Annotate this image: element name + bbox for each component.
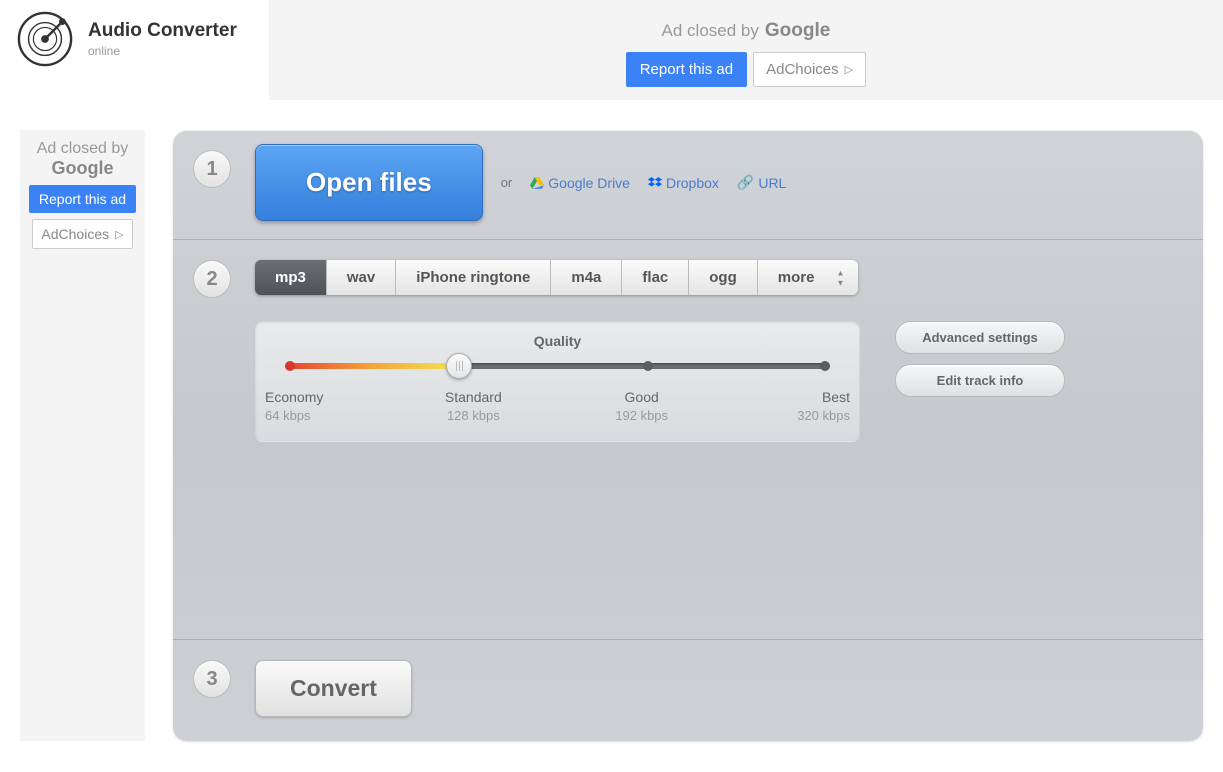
adchoices-button[interactable]: AdChoices ▷ [32,219,132,249]
dropbox-icon [648,177,662,189]
edit-track-info-button[interactable]: Edit track info [895,364,1065,397]
format-tab-flac[interactable]: flac [622,260,689,295]
google-logo-text: Google [51,158,113,178]
format-tab-ogg[interactable]: ogg [689,260,758,295]
or-text: or [501,175,513,190]
google-drive-icon [530,177,544,189]
quality-standard: Standard [433,389,513,405]
report-ad-button[interactable]: Report this ad [29,185,136,213]
link-icon: 🔗 [737,174,754,191]
format-tab-wav[interactable]: wav [327,260,396,295]
step-number-3: 3 [193,660,231,698]
app-subtitle: online [88,44,237,58]
ad-closed-text: Ad closed by [37,140,129,157]
quality-label: Quality [285,333,830,349]
advanced-settings-button[interactable]: Advanced settings [895,321,1065,354]
report-ad-button[interactable]: Report this ad [626,52,747,87]
quality-slider[interactable] [285,359,830,373]
url-link[interactable]: 🔗 URL [737,174,786,191]
quality-good: Good [602,389,682,405]
format-tab-m4a[interactable]: m4a [551,260,622,295]
open-files-button[interactable]: Open files [255,144,483,221]
google-logo-text: Google [765,20,830,42]
adchoices-button[interactable]: AdChoices ▷ [753,52,866,87]
convert-button[interactable]: Convert [255,660,412,717]
slider-thumb[interactable] [446,353,472,379]
format-tab-iphone[interactable]: iPhone ringtone [396,260,551,295]
ad-closed-text: Ad closed by [662,21,759,41]
brand: Audio Converter online [0,0,253,78]
app-title: Audio Converter [88,20,237,42]
quality-panel: Quality [255,321,860,441]
top-ad-panel: Ad closed by Google Report this ad AdCho… [269,0,1223,100]
format-tab-more[interactable]: more ▲▼ [758,260,859,295]
adchoices-icon: ▷ [845,63,853,76]
google-drive-link[interactable]: Google Drive [530,175,630,191]
dropbox-link[interactable]: Dropbox [648,175,719,191]
step-number-2: 2 [193,260,231,298]
quality-economy: Economy [265,389,345,405]
format-tabs: mp3 wav iPhone ringtone m4a flac ogg mor… [255,260,858,295]
dropdown-arrows-icon: ▲▼ [837,268,845,287]
converter-panel: 1 Open files or Google Drive [173,130,1203,741]
vinyl-record-icon [16,10,74,68]
side-ad-panel: Ad closed by Google Report this ad AdCho… [20,130,145,741]
step-number-1: 1 [193,150,231,188]
adchoices-icon: ▷ [115,228,123,241]
format-tab-mp3[interactable]: mp3 [255,260,327,295]
quality-best: Best [770,389,850,405]
